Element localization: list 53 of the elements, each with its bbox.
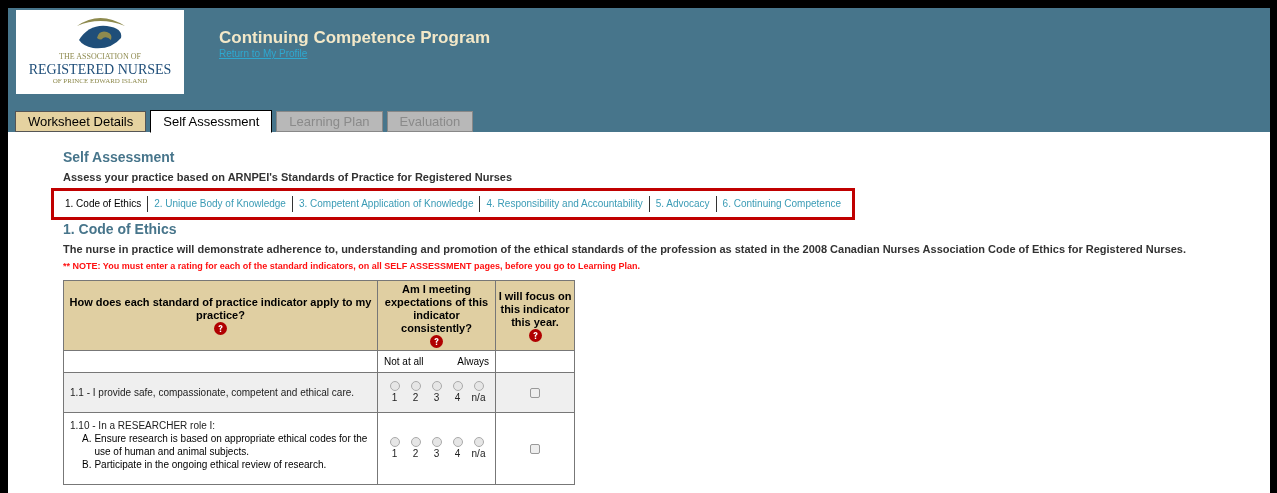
rating-radio[interactable] [431,381,442,391]
section-link[interactable]: 4. Responsibility and Accountability [479,196,649,212]
rating-radio[interactable] [431,437,442,447]
section-link[interactable]: 2. Unique Body of Knowledge [147,196,292,212]
section-link[interactable]: 6. Continuing Competence [715,196,848,212]
rating-label: 2 [412,447,419,460]
rating-radio[interactable] [452,381,463,391]
rating-label: 2 [412,391,419,404]
column-title: How does each standard of practice indicator apply to my practice? [68,296,373,322]
rating-radio[interactable] [410,437,421,447]
column-title: I will focus on this indicator this year. [497,289,573,329]
section-link[interactable]: 3. Competent Application of Knowledge [291,196,480,212]
focus-checkbox[interactable] [530,387,540,398]
rating-label: 4 [454,391,461,404]
standard-title: 1. Code of Ethics [63,220,177,238]
rating-label: 3 [433,447,440,460]
help-icon[interactable] [430,335,443,348]
list-marker: A. [82,432,92,446]
indicator-subitem: Participate in the ongoing ethical review of research. [94,458,327,471]
rating-radio[interactable] [473,381,484,391]
return-link[interactable]: Return to My Profile [219,48,491,60]
standard-description: The nurse in practice will demonstrate adherence to, understanding and promotion of the ethical standards of the profession as stated in the 2008 Canadian Nurses Association Code of Ethics for Registered Nurses. [63,242,1187,256]
page-subtitle: Assess your practice based on ARNPEI's Standards of Practice for Registered Nurses [63,170,513,184]
column-title: Am I meeting expectations of this indicator consistently? [383,283,490,335]
program-title: Continuing Competence Program [219,28,491,48]
scale-label: Not at all [384,355,424,369]
help-icon[interactable] [214,322,227,335]
rating-label: 1 [391,391,398,404]
logo-text: THE ASSOCIATION OF [59,52,141,62]
rating-radio[interactable] [389,381,400,391]
tab[interactable]: Self Assessment [150,110,273,133]
list-marker: B. [82,458,92,471]
rating-label: n/a [471,391,486,404]
section-link[interactable]: 1. Code of Ethics [59,196,148,212]
rating-radio[interactable] [473,437,484,447]
rating-note: ** NOTE: You must enter a rating for each of the standard indicators, on all SELF ASSESSMENT pages, before you go to Learning Plan. [63,260,640,272]
rating-radio[interactable] [452,437,463,447]
rating-radio[interactable] [410,381,421,391]
scale-label: Always [457,355,489,369]
focus-checkbox[interactable] [530,443,540,454]
rating-label: n/a [471,447,486,460]
tab[interactable]: Worksheet Details [15,111,147,132]
indicator-text: 1.10 - In a RESEARCHER role I: [70,419,217,432]
rating-label: 4 [454,447,461,460]
logo-text: REGISTERED NURSES [28,62,172,77]
indicator-subitem: Ensure research is based on appropriate ethical codes for the use of human and animal subjects. [94,432,369,458]
rating-label: 3 [433,391,440,404]
rating-label: 1 [391,447,398,460]
help-icon[interactable] [528,328,542,342]
section-link[interactable]: 5. Advocacy [648,196,716,212]
indicator-text: 1.1 - I provide safe, compassionate, competent and ethical care. [70,386,356,399]
rating-radio[interactable] [389,437,400,447]
page-title: Self Assessment [63,148,175,166]
